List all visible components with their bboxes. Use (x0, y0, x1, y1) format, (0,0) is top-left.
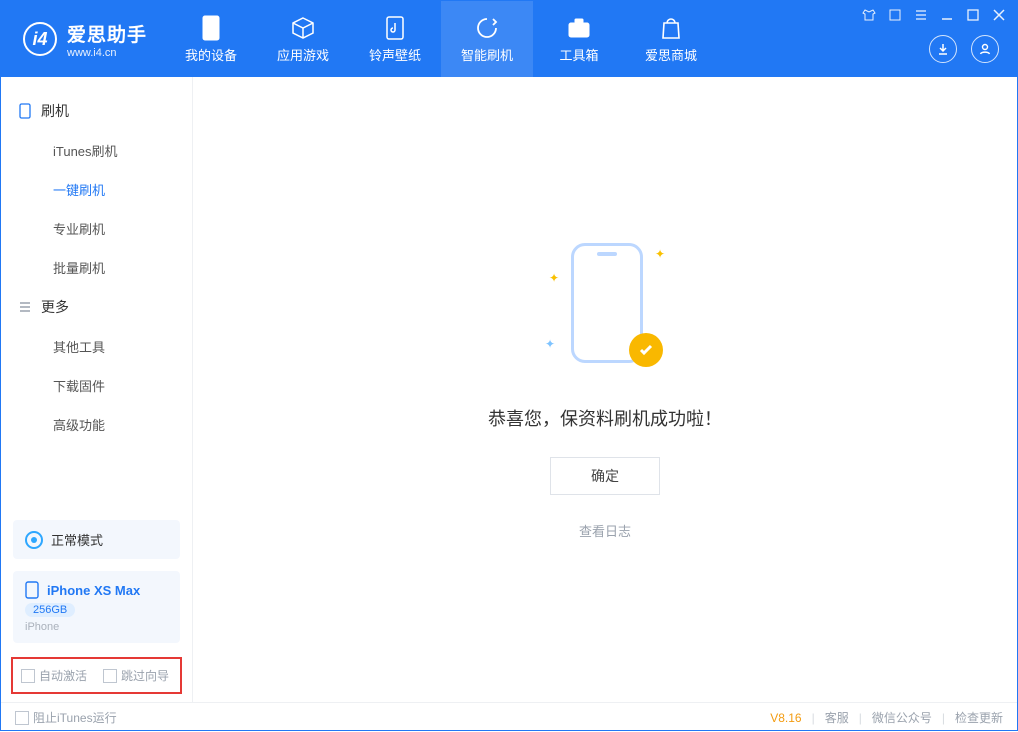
version-label: V8.16 (770, 711, 801, 725)
nav-tab-label: 爱思商城 (645, 45, 697, 64)
menu-icon[interactable] (913, 7, 929, 23)
mode-dot-icon (25, 531, 43, 549)
flash-options-highlight: 自动激活 跳过向导 (11, 657, 182, 694)
sidebar: 刷机 iTunes刷机 一键刷机 专业刷机 批量刷机 更多 其他工具 下载固件 … (1, 77, 193, 702)
phone-icon (198, 15, 224, 41)
nav-tab-label: 我的设备 (185, 45, 237, 64)
download-button[interactable] (929, 35, 957, 63)
sidebar-item-batch[interactable]: 批量刷机 (1, 248, 192, 287)
main-content: ✦ ✦ ✦ 恭喜您，保资料刷机成功啦！ 确定 查看日志 (193, 77, 1017, 702)
sidebar-group-label: 更多 (41, 297, 69, 317)
checkbox-block-itunes[interactable]: 阻止iTunes运行 (15, 709, 117, 726)
nav-tab-label: 智能刷机 (461, 45, 513, 64)
account-button[interactable] (971, 35, 999, 63)
skin-icon[interactable] (887, 7, 903, 23)
checkbox-auto-activate[interactable]: 自动激活 (21, 667, 87, 684)
close-icon[interactable] (991, 7, 1007, 23)
sidebar-item-advanced[interactable]: 高级功能 (1, 405, 192, 444)
nav-tab-ring[interactable]: 铃声壁纸 (349, 1, 441, 77)
sidebar-item-itunes[interactable]: iTunes刷机 (1, 131, 192, 170)
music-file-icon (382, 15, 408, 41)
nav-tab-apps[interactable]: 应用游戏 (257, 1, 349, 77)
footer-link-wechat[interactable]: 微信公众号 (872, 709, 932, 726)
device-name: iPhone XS Max (47, 583, 140, 598)
nav-tab-label: 应用游戏 (277, 45, 329, 64)
list-icon (17, 299, 33, 315)
nav-tab-label: 工具箱 (560, 45, 599, 64)
sidebar-item-other[interactable]: 其他工具 (1, 327, 192, 366)
nav-tabs: 我的设备 应用游戏 铃声壁纸 智能刷机 工具箱 爱思商城 (165, 1, 717, 77)
mode-label: 正常模式 (51, 530, 103, 549)
checkbox-label: 自动激活 (39, 667, 87, 684)
title-bar: i4 爱思助手 www.i4.cn 我的设备 应用游戏 铃声壁纸 智能刷机 工具… (1, 1, 1017, 77)
checkbox-skip-guide[interactable]: 跳过向导 (103, 667, 169, 684)
toolbox-icon (566, 15, 592, 41)
nav-tab-flash[interactable]: 智能刷机 (441, 1, 533, 77)
bag-icon (658, 15, 684, 41)
device-capacity: 256GB (25, 603, 75, 617)
app-name-en: www.i4.cn (67, 47, 147, 59)
device-type: iPhone (25, 621, 168, 633)
refresh-shield-icon (474, 15, 500, 41)
ok-button[interactable]: 确定 (550, 457, 660, 495)
header-actions (929, 35, 999, 63)
sparkle-icon: ✦ (549, 271, 559, 285)
success-message: 恭喜您，保资料刷机成功啦！ (488, 405, 722, 431)
sidebar-group-more[interactable]: 更多 (1, 287, 192, 327)
checkbox-icon (21, 669, 35, 683)
success-illustration: ✦ ✦ ✦ (545, 239, 665, 379)
checkbox-icon (103, 669, 117, 683)
status-bar: 阻止iTunes运行 V8.16 | 客服 | 微信公众号 | 检查更新 (1, 702, 1017, 732)
sidebar-item-pro[interactable]: 专业刷机 (1, 209, 192, 248)
sparkle-icon: ✦ (545, 337, 555, 351)
app-name-cn: 爱思助手 (67, 20, 147, 47)
footer-link-update[interactable]: 检查更新 (955, 709, 1003, 726)
device-phone-icon (25, 581, 39, 599)
sidebar-item-oneclick[interactable]: 一键刷机 (1, 170, 192, 209)
cube-icon (290, 15, 316, 41)
checkbox-label: 阻止iTunes运行 (33, 709, 117, 726)
nav-tab-device[interactable]: 我的设备 (165, 1, 257, 77)
nav-tab-store[interactable]: 爱思商城 (625, 1, 717, 77)
sidebar-item-firmware[interactable]: 下载固件 (1, 366, 192, 405)
device-icon (17, 103, 33, 119)
tshirt-icon[interactable] (861, 7, 877, 23)
nav-tab-label: 铃声壁纸 (369, 45, 421, 64)
device-info[interactable]: iPhone XS Max 256GB iPhone (13, 571, 180, 643)
maximize-icon[interactable] (965, 7, 981, 23)
mode-indicator[interactable]: 正常模式 (13, 520, 180, 559)
check-badge-icon (629, 333, 663, 367)
window-controls (861, 7, 1007, 23)
minimize-icon[interactable] (939, 7, 955, 23)
checkbox-label: 跳过向导 (121, 667, 169, 684)
sidebar-group-flash[interactable]: 刷机 (1, 91, 192, 131)
view-log-link[interactable]: 查看日志 (579, 521, 631, 540)
nav-tab-toolbox[interactable]: 工具箱 (533, 1, 625, 77)
logo-icon: i4 (23, 22, 57, 56)
app-logo: i4 爱思助手 www.i4.cn (1, 1, 165, 77)
sparkle-icon: ✦ (655, 247, 665, 261)
checkbox-icon (15, 711, 29, 725)
footer-link-service[interactable]: 客服 (825, 709, 849, 726)
sidebar-group-label: 刷机 (41, 101, 69, 121)
